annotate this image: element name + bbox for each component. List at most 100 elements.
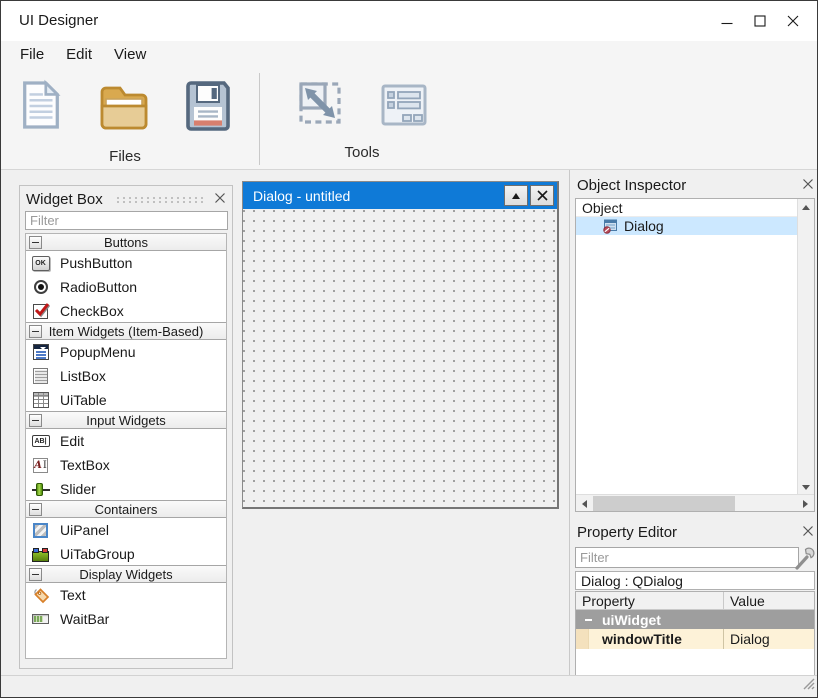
close-icon (215, 193, 225, 203)
design-canvas[interactable] (243, 209, 557, 507)
widget-item-textbox[interactable]: AI TextBox (26, 453, 226, 477)
widget-item-uipanel[interactable]: UiPanel (26, 518, 226, 542)
chevron-down-icon (802, 485, 810, 490)
horizontal-scrollbar[interactable] (576, 494, 814, 511)
widget-box-filter-input[interactable] (25, 211, 228, 230)
resize-grip-icon (801, 676, 815, 690)
minimize-button[interactable] (710, 8, 743, 34)
property-group-uiwidget[interactable]: uiWidget (576, 610, 814, 629)
scroll-up-button[interactable] (797, 199, 814, 216)
property-value[interactable]: Dialog (724, 629, 814, 649)
menu-edit[interactable]: Edit (55, 44, 103, 65)
category-header-buttons[interactable]: Buttons (25, 233, 227, 251)
widget-item-popupmenu[interactable]: PopupMenu (26, 340, 226, 364)
property-editor-title: Property Editor (577, 524, 677, 541)
object-inspector-title: Object Inspector (577, 177, 686, 194)
category-header-item-widgets[interactable]: Item Widgets (Item-Based) (25, 322, 227, 340)
toolbar-group-files: Files (1, 67, 249, 169)
toolbar-group-label-files: Files (109, 148, 141, 165)
new-file-icon (18, 78, 64, 132)
collapse-minus-icon (585, 619, 592, 621)
toolbar-group-label-tools: Tools (344, 144, 379, 161)
scrollbar-thumb[interactable] (593, 496, 735, 511)
scroll-left-button[interactable] (576, 495, 593, 512)
widget-box-panel: Widget Box Buttons OK PushButton (19, 185, 233, 669)
property-editor-header: Property Editor (573, 523, 816, 543)
widget-item-radiobutton[interactable]: RadioButton (26, 275, 226, 299)
widget-item-checkbox[interactable]: CheckBox (26, 299, 226, 323)
maximize-icon (754, 15, 766, 27)
save-button[interactable] (167, 80, 249, 137)
configure-wrench-button[interactable] (793, 545, 817, 571)
object-class-label: Dialog : QDialog (575, 571, 815, 590)
open-file-button[interactable] (81, 84, 167, 137)
collapse-icon[interactable] (29, 325, 42, 338)
dock-drag-handle[interactable] (115, 196, 203, 204)
close-icon (803, 526, 813, 536)
property-editor-close-button[interactable] (800, 523, 816, 539)
row-gutter (576, 629, 589, 649)
collapse-icon[interactable] (29, 568, 42, 581)
dialog-collapse-button[interactable] (504, 185, 528, 206)
text-tag-icon (32, 586, 50, 604)
property-filter-input[interactable] (575, 547, 799, 568)
column-value[interactable]: Value (724, 592, 814, 609)
uipanel-icon (33, 523, 48, 538)
main-area: Widget Box Buttons OK PushButton (1, 170, 817, 676)
close-button[interactable] (776, 8, 809, 34)
resize-tool-icon (295, 78, 345, 128)
property-name[interactable]: windowTitle (589, 629, 724, 649)
widget-box-close-button[interactable] (212, 190, 228, 206)
collapse-icon[interactable] (29, 236, 42, 249)
design-dialog-titlebar[interactable]: Dialog - untitled (243, 182, 557, 209)
widget-item-waitbar[interactable]: WaitBar (26, 607, 226, 631)
object-inspector-close-button[interactable] (800, 176, 816, 192)
widget-box-title: Widget Box (26, 191, 103, 208)
form-widgets-button[interactable] (362, 82, 446, 133)
textbox-icon: AI (33, 458, 48, 473)
uitabgroup-icon (32, 547, 50, 562)
tree-row-dialog[interactable]: Dialog (576, 217, 814, 235)
category-header-display-widgets[interactable]: Display Widgets (25, 565, 227, 583)
listbox-icon (33, 368, 48, 384)
window-controls (710, 8, 809, 34)
dialog-widget-icon (602, 218, 618, 234)
widget-item-text[interactable]: Text (26, 583, 226, 607)
property-row-windowtitle: windowTitle Dialog (576, 629, 814, 649)
dock-separator[interactable] (569, 170, 570, 676)
toolbar-group-tools: Tools (260, 67, 446, 169)
menu-view[interactable]: View (103, 44, 157, 65)
column-property[interactable]: Property (576, 592, 724, 609)
widget-item-uitable[interactable]: UiTable (26, 388, 226, 412)
slider-icon (32, 482, 50, 497)
scroll-right-button[interactable] (797, 495, 814, 512)
tree-column-header[interactable]: Object (576, 199, 814, 217)
new-file-button[interactable] (1, 78, 81, 137)
design-dialog-window: Dialog - untitled (242, 181, 559, 509)
widget-box-list: Buttons OK PushButton RadioButton (25, 233, 227, 659)
chevron-left-icon (582, 500, 587, 508)
vertical-scrollbar[interactable] (797, 199, 814, 496)
close-icon (787, 15, 799, 27)
object-inspector-tree: Object Dialog (575, 198, 815, 512)
radiobutton-icon (34, 280, 48, 294)
collapse-icon[interactable] (29, 503, 42, 516)
property-table: Property Value uiWidget windowTitle Dial… (575, 591, 815, 676)
object-inspector-header: Object Inspector (573, 176, 816, 196)
uitable-icon (33, 392, 49, 408)
menu-file[interactable]: File (9, 44, 55, 65)
widget-item-uitabgroup[interactable]: UiTabGroup (26, 542, 226, 566)
widget-item-slider[interactable]: Slider (26, 477, 226, 501)
maximize-button[interactable] (743, 8, 776, 34)
resize-tool-button[interactable] (278, 78, 362, 133)
widget-item-listbox[interactable]: ListBox (26, 364, 226, 388)
widget-item-edit[interactable]: AB| Edit (26, 429, 226, 453)
app-window: UI Designer File Edit View (0, 0, 818, 698)
collapse-icon[interactable] (29, 414, 42, 427)
resize-grip[interactable] (801, 676, 815, 695)
category-header-input-widgets[interactable]: Input Widgets (25, 411, 227, 429)
checkbox-icon (33, 304, 48, 319)
category-header-containers[interactable]: Containers (25, 500, 227, 518)
widget-item-pushbutton[interactable]: OK PushButton (26, 251, 226, 275)
dialog-close-button[interactable] (530, 185, 554, 206)
